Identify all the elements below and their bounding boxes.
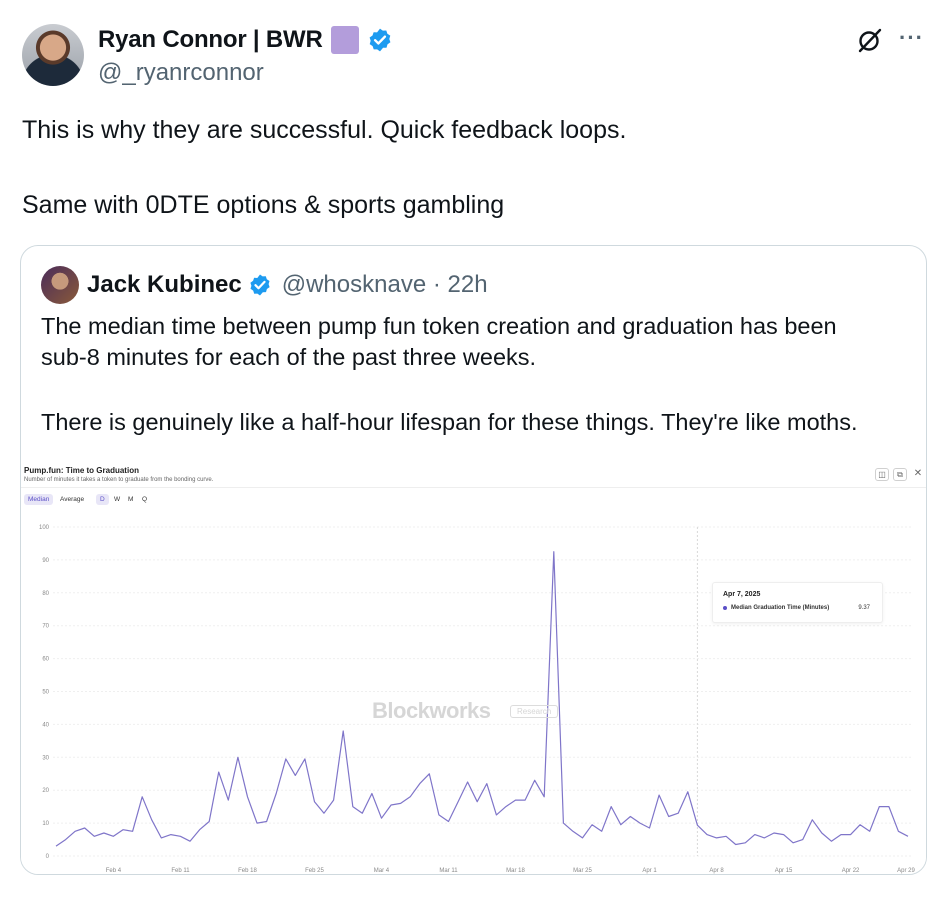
y-tick-label: 70 (42, 624, 49, 630)
x-tick-label: Feb 18 (238, 868, 257, 874)
series-dot-icon (723, 606, 727, 610)
y-tick-label: 30 (42, 755, 49, 761)
x-tick-label: Apr 22 (842, 868, 860, 874)
x-tick-label: Feb 25 (305, 868, 324, 874)
quote-author-avatar[interactable] (41, 266, 79, 304)
quote-author-handle[interactable]: @whosknave · 22h (282, 271, 488, 299)
quoted-post-card[interactable]: Jack Kubinec @whosknave · 22h The median… (20, 245, 927, 875)
x-tick-label: Mar 11 (439, 868, 458, 874)
verified-badge-icon (369, 28, 391, 52)
author-name[interactable]: Ryan Connor | BWR (98, 26, 323, 54)
chart-image[interactable]: Pump.fun: Time to Graduation Number of m… (21, 458, 926, 874)
x-tick-label: Feb 11 (171, 868, 190, 874)
quote-text-line-2: sub-8 minutes for each of the past three… (41, 344, 537, 370)
more-options-icon[interactable]: ··· (899, 25, 924, 51)
y-tick-label: 40 (42, 722, 49, 728)
post-text-line-1: This is why they are successful. Quick f… (22, 116, 627, 144)
post-text-line-2: Same with 0DTE options & sports gambling (22, 191, 505, 219)
y-tick-label: 100 (39, 525, 50, 531)
y-tick-label: 50 (42, 690, 49, 696)
y-tick-label: 80 (42, 591, 49, 597)
quote-text-line-3: There is genuinely like a half-hour life… (41, 409, 858, 435)
y-tick-label: 90 (42, 558, 49, 564)
tooltip-series-label: Median Graduation Time (Minutes) (731, 605, 830, 611)
x-tick-label: Feb 4 (106, 868, 122, 874)
watermark-logo: Blockworks (372, 698, 491, 723)
x-tick-label: Mar 4 (374, 868, 390, 874)
x-tick-label: Apr 1 (642, 868, 657, 874)
verified-badge-icon (250, 274, 270, 296)
x-tick-label: Apr 29 (897, 868, 915, 874)
tooltip-series-row: Median Graduation Time (Minutes) (723, 605, 829, 611)
line-chart: 0 10 20 30 40 50 60 70 80 90 100 Feb 4 Feb 11 Feb 18 F… (39, 525, 916, 874)
author-name-row: Ryan Connor | BWR (98, 26, 393, 54)
quote-author-row: Jack Kubinec @whosknave · 22h (87, 271, 488, 299)
author-handle[interactable]: @_ryanrconnor (98, 59, 264, 87)
watermark-tag: Research (510, 705, 559, 718)
grok-icon[interactable] (856, 26, 884, 54)
tooltip-date: Apr 7, 2025 (723, 591, 761, 598)
y-tick-label: 20 (42, 788, 49, 794)
x-tick-label: Mar 25 (573, 868, 592, 874)
quote-text-line-1: The median time between pump fun token c… (41, 313, 837, 339)
author-avatar[interactable] (22, 24, 84, 86)
purple-square-emoji (330, 26, 359, 54)
chart-tooltip: Apr 7, 2025 Median Graduation Time (Minu… (712, 582, 883, 623)
x-tick-label: Apr 8 (709, 868, 724, 874)
tooltip-value: 9.37 (858, 605, 870, 611)
y-tick-label: 0 (46, 854, 50, 860)
x-tick-label: Mar 18 (506, 868, 525, 874)
y-tick-label: 60 (42, 657, 49, 663)
y-tick-label: 10 (42, 821, 49, 827)
quote-author-name[interactable]: Jack Kubinec (87, 271, 242, 299)
x-tick-label: Apr 15 (775, 868, 793, 874)
